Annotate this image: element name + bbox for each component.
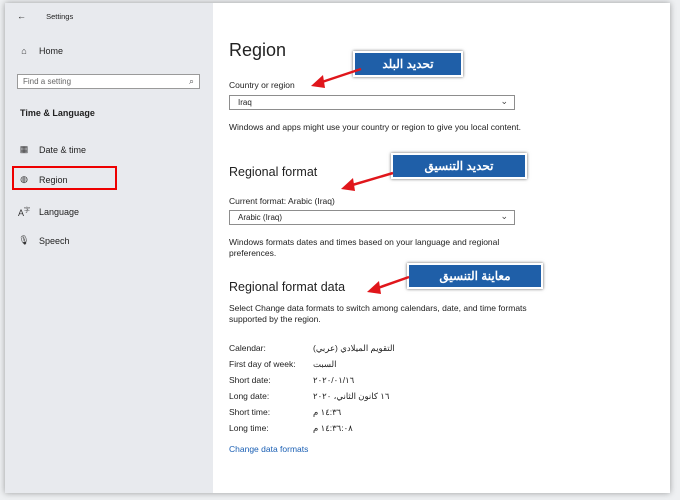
country-label: Country or region xyxy=(229,80,295,90)
chevron-down-icon: ⌄ xyxy=(500,211,508,221)
window-title: Settings xyxy=(46,12,74,21)
sidebar-item-speech[interactable]: 🎙 Speech xyxy=(17,235,70,246)
row-value: ١٤:٣٦ م xyxy=(313,407,342,417)
callout-format: تحديد التنسيق xyxy=(391,153,527,179)
sidebar: ← Settings ⌂ Home Find a setting ⌕ Time … xyxy=(5,3,213,493)
sidebar-item-home[interactable]: ⌂ Home xyxy=(17,46,63,56)
row-label: First day of week: xyxy=(229,359,296,369)
row-value: ١٦ كانون الثاني، ٢٠٢٠ xyxy=(313,391,390,401)
sidebar-item-label: Language xyxy=(39,206,80,217)
arrow-preview-icon xyxy=(367,275,410,294)
format-value: Arabic (Iraq) xyxy=(238,213,283,222)
sidebar-item-label: Date & time xyxy=(39,144,87,155)
callout-preview: معاينة التنسيق xyxy=(407,263,543,289)
page-title: Region xyxy=(229,40,287,60)
search-icon: ⌕ xyxy=(188,76,194,86)
sidebar-item-date-time[interactable]: ▦ Date & time xyxy=(17,144,86,155)
row-value: التقويم الميلادي (عربي) xyxy=(313,343,395,353)
row-value: السبت xyxy=(313,359,337,369)
section-title: Time & Language xyxy=(20,108,95,118)
format-data-description: Select Change data formats to switch amo… xyxy=(229,303,527,324)
row-value: ١٤:٣٦:٠٨ م xyxy=(313,423,353,433)
region-highlight-box xyxy=(12,166,117,190)
row-label: Short time: xyxy=(229,407,271,417)
arrow-country-icon xyxy=(311,67,362,88)
format-data-heading: Regional format data xyxy=(229,280,346,294)
row-label: Short date: xyxy=(229,375,271,385)
home-icon: ⌂ xyxy=(21,46,27,56)
format-heading: Regional format xyxy=(229,165,318,179)
search-placeholder: Find a setting xyxy=(23,77,72,86)
country-description: Windows and apps might use your country … xyxy=(229,122,521,132)
calendar-icon: ▦ xyxy=(19,144,29,154)
search-input[interactable]: Find a setting ⌕ xyxy=(17,74,200,89)
microphone-icon: 🎙 xyxy=(18,235,30,245)
format-select[interactable]: Arabic (Iraq) ⌄ xyxy=(229,210,515,225)
row-label: Long date: xyxy=(229,391,270,401)
change-data-formats-link[interactable]: Change data formats xyxy=(229,444,308,454)
arrow-format-icon xyxy=(341,171,394,191)
row-value: ٢٠٢٠/٠١/١٦ xyxy=(313,375,355,385)
row-label: Calendar: xyxy=(229,343,266,353)
callout-country: تحديد البلد xyxy=(353,51,463,77)
settings-window: ← Settings ⌂ Home Find a setting ⌕ Time … xyxy=(5,3,670,493)
title-bar: ← Settings xyxy=(17,11,73,21)
chevron-down-icon: ⌄ xyxy=(500,96,508,106)
country-select[interactable]: Iraq ⌄ xyxy=(229,95,515,110)
sidebar-item-language[interactable]: A字 Language xyxy=(17,205,80,219)
sidebar-item-label: Speech xyxy=(39,235,70,246)
language-icon: A字 xyxy=(17,208,31,218)
back-arrow-icon[interactable]: ← xyxy=(17,11,26,21)
current-format-label: Current format: Arabic (Iraq) xyxy=(229,196,335,206)
country-value: Iraq xyxy=(238,98,252,107)
sidebar-item-label: Home xyxy=(39,46,64,56)
row-label: Long time: xyxy=(229,423,269,433)
format-description: Windows formats dates and times based on… xyxy=(229,237,500,258)
